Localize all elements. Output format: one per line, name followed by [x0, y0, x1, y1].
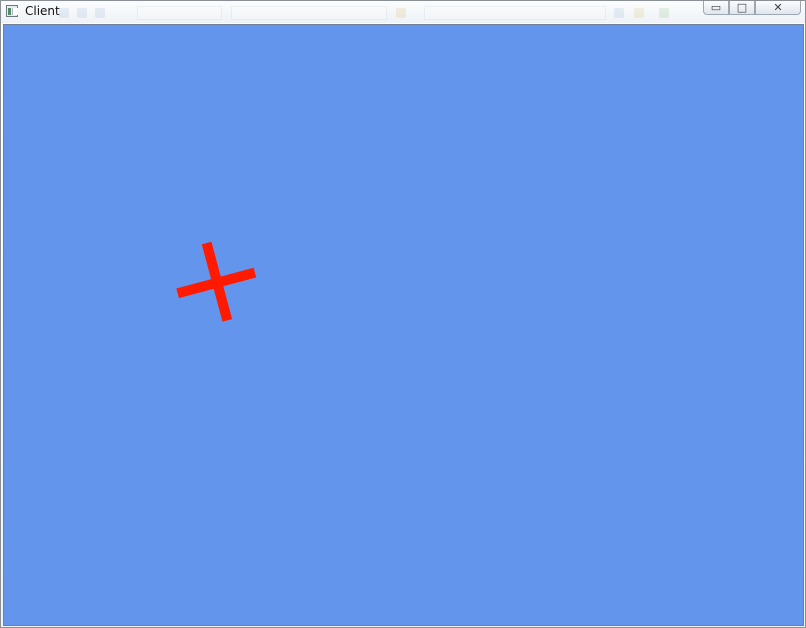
ghost-toolbar-icon [614, 8, 624, 18]
ghost-toolbar-icon [396, 8, 406, 18]
minimize-icon: ▭ [710, 1, 722, 14]
ghost-toolbar-icon [59, 8, 69, 18]
ghost-toolbar-icon [634, 8, 644, 18]
ghost-toolbar-icon [659, 8, 669, 18]
red-cross-marker [176, 241, 257, 322]
ghost-search-box [424, 6, 606, 20]
minimize-button[interactable]: ▭ [703, 1, 729, 15]
ghost-dropdown [231, 6, 387, 20]
maximize-icon: □ [736, 1, 748, 14]
render-canvas[interactable] [3, 24, 804, 626]
maximize-button[interactable]: □ [729, 1, 755, 15]
app-icon [6, 5, 18, 17]
ghost-dropdown [137, 6, 222, 20]
close-icon: ✕ [773, 1, 783, 14]
window-title: Client [25, 4, 60, 18]
app-window: Client ▭ □ ✕ [0, 0, 806, 628]
ghost-toolbar-icon [77, 8, 87, 18]
background-toolbar-ghost [59, 3, 699, 22]
title-bar[interactable]: Client ▭ □ ✕ [1, 1, 805, 23]
close-button[interactable]: ✕ [755, 1, 801, 15]
ghost-toolbar-icon [95, 8, 105, 18]
